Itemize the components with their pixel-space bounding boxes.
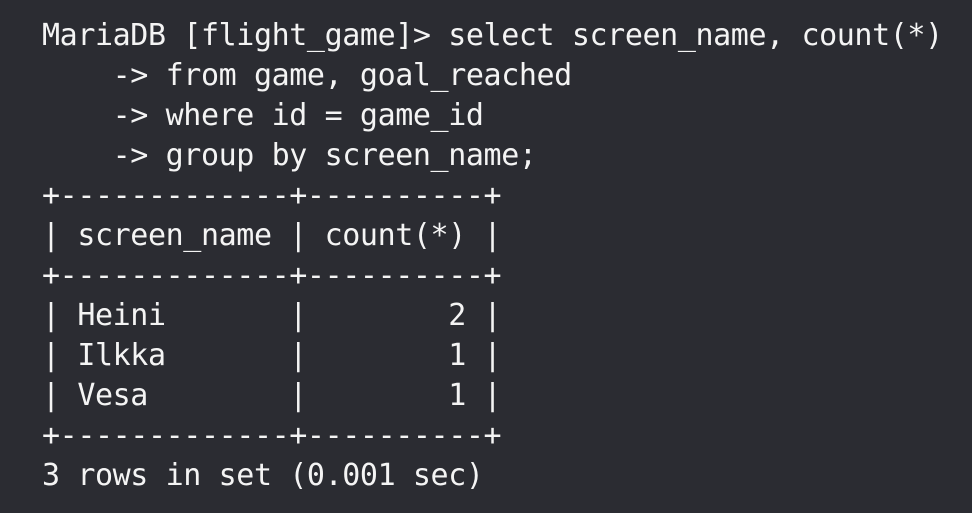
table-border-header: +-------------+----------+ xyxy=(42,258,502,293)
table-header-row: | screen_name | count(*) | xyxy=(42,218,502,253)
table-row: | Ilkka | 1 | xyxy=(42,338,502,373)
result-summary: 3 rows in set (0.001 sec) xyxy=(42,458,484,493)
terminal-output: MariaDB [flight_game]> select screen_nam… xyxy=(42,16,943,496)
query-continuation-line: -> from game, goal_reached xyxy=(42,58,573,93)
query-continuation-line: -> where id = game_id xyxy=(42,98,484,133)
prompt-query-line: MariaDB [flight_game]> select screen_nam… xyxy=(42,18,943,53)
terminal-window[interactable]: MariaDB [flight_game]> select screen_nam… xyxy=(0,0,972,513)
table-row: | Vesa | 1 | xyxy=(42,378,502,413)
table-row: | Heini | 2 | xyxy=(42,298,502,333)
query-continuation-line: -> group by screen_name; xyxy=(42,138,537,173)
table-border-top: +-------------+----------+ xyxy=(42,178,502,213)
table-border-bottom: +-------------+----------+ xyxy=(42,418,502,453)
